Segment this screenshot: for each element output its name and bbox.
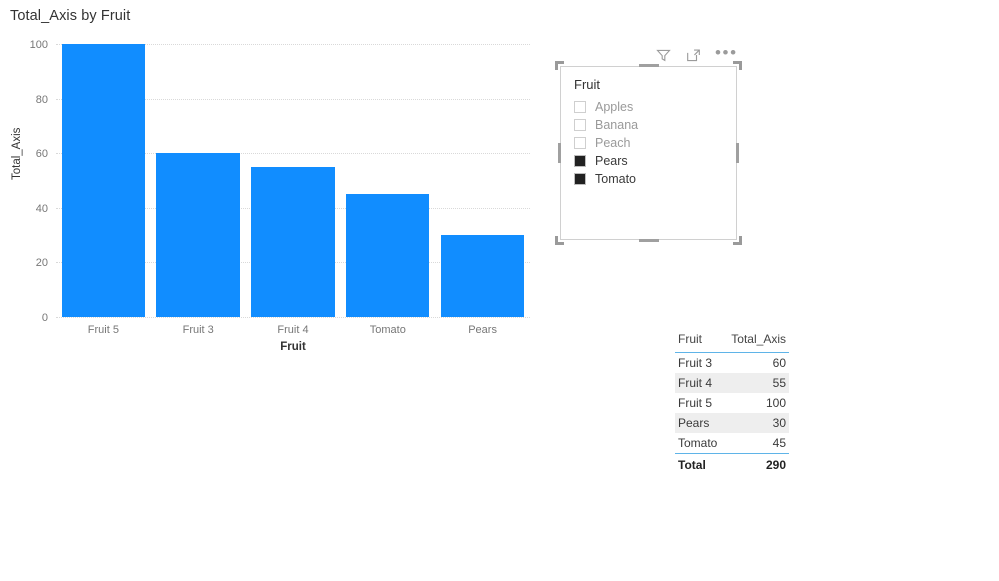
- x-axis-tick-label: Tomato: [369, 324, 406, 336]
- cell-total-axis[interactable]: 100: [724, 393, 789, 413]
- gridline: 0: [42, 312, 530, 324]
- resize-handle-bottom-right[interactable]: [733, 236, 742, 245]
- cell-total-axis[interactable]: 30: [723, 413, 789, 433]
- total-value: 290: [723, 453, 789, 475]
- slicer-item[interactable]: Banana: [574, 116, 729, 134]
- slicer-item-label: Pears: [595, 154, 628, 168]
- x-axis-title: Fruit: [280, 341, 306, 353]
- column-header-fruit[interactable]: Fruit: [675, 330, 724, 353]
- slicer-item-label: Banana: [595, 118, 639, 132]
- summary-table-visual[interactable]: Fruit Total_Axis Fruit 3 60 Fruit 4 55 Fruit…: [675, 330, 789, 475]
- slicer-header-icons: •••: [655, 44, 738, 64]
- resize-handle-left[interactable]: [558, 143, 561, 163]
- y-axis-tick-label: 0: [41, 312, 48, 324]
- total-label: Total: [675, 453, 724, 475]
- checkbox-unchecked-icon[interactable]: [574, 137, 586, 149]
- bar-group[interactable]: Pears: [435, 44, 530, 336]
- fruit-slicer-visual[interactable]: Fruit Apples Banana Peach Pears Tomato: [555, 61, 742, 245]
- x-axis-tick-label: Pears: [468, 324, 497, 336]
- y-axis-tick-label: 40: [35, 202, 48, 215]
- resize-handle-right[interactable]: [736, 143, 739, 163]
- table-row[interactable]: Pears 30: [675, 413, 789, 433]
- resize-handle-bottom-left[interactable]: [555, 236, 564, 245]
- column-header-total-axis[interactable]: Total_Axis: [723, 330, 789, 353]
- cell-fruit[interactable]: Fruit 3: [675, 353, 724, 374]
- y-axis-tick-label: 80: [35, 93, 48, 106]
- bar[interactable]: [251, 166, 335, 317]
- table-row[interactable]: Fruit 3 60: [675, 353, 789, 374]
- y-axis-tick-label: 60: [35, 148, 48, 161]
- resize-handle-top-left[interactable]: [555, 61, 564, 70]
- y-axis-title: Total_Axis: [11, 127, 23, 180]
- summary-table: Fruit Total_Axis Fruit 3 60 Fruit 4 55 Fruit…: [675, 330, 789, 475]
- slicer-header-label: Fruit: [574, 77, 600, 92]
- slicer-item[interactable]: Apples: [574, 98, 729, 116]
- slicer-item[interactable]: Peach: [574, 134, 729, 152]
- y-axis-tick-label: 100: [29, 39, 48, 51]
- table-row[interactable]: Fruit 5 100: [675, 393, 789, 413]
- bar-group[interactable]: Tomato: [340, 44, 435, 336]
- slicer-item-list: Apples Banana Peach Pears Tomato: [574, 98, 729, 188]
- checkbox-unchecked-icon[interactable]: [574, 119, 586, 131]
- bar-group[interactable]: Fruit 4: [246, 44, 341, 336]
- cell-fruit[interactable]: Fruit 4: [675, 373, 724, 393]
- cell-total-axis[interactable]: 60: [724, 353, 789, 374]
- slicer-item-label: Tomato: [595, 172, 636, 186]
- checkbox-checked-icon[interactable]: [574, 173, 586, 185]
- bar-group[interactable]: Fruit 3: [151, 44, 246, 336]
- resize-handle-bottom[interactable]: [639, 239, 659, 242]
- slicer-item[interactable]: Pears: [574, 152, 729, 170]
- bar[interactable]: [156, 153, 240, 317]
- checkbox-unchecked-icon[interactable]: [574, 101, 586, 113]
- bar-group[interactable]: Fruit 5: [56, 44, 151, 336]
- slicer-item-label: Peach: [595, 136, 631, 150]
- y-axis-tick-label: 20: [35, 257, 48, 270]
- cell-total-axis[interactable]: 55: [723, 373, 789, 393]
- focus-mode-icon[interactable]: [685, 47, 702, 64]
- slicer-item-label: Apples: [595, 100, 634, 114]
- cell-fruit[interactable]: Pears: [675, 413, 724, 433]
- cell-fruit[interactable]: Fruit 5: [675, 393, 724, 413]
- table-row[interactable]: Tomato 45: [675, 433, 789, 454]
- filter-icon[interactable]: [655, 47, 672, 64]
- bar[interactable]: [61, 44, 146, 317]
- slicer-item[interactable]: Tomato: [574, 170, 729, 188]
- bar[interactable]: [440, 235, 525, 317]
- checkbox-checked-icon[interactable]: [574, 155, 586, 167]
- x-axis-tick-label: Fruit 5: [87, 324, 119, 336]
- chart-title: Total_Axis by Fruit: [10, 8, 131, 24]
- table-total-row: Total 290: [675, 453, 789, 475]
- table-row[interactable]: Fruit 4 55: [675, 373, 789, 393]
- plot-area: 0 20 40 60 80 100 Fruit 5 Fruit 3 Fruit 4 Tomato…: [30, 39, 530, 336]
- table-body: Fruit 3 60 Fruit 4 55 Fruit 5 100 Pears 30 Tomat…: [675, 353, 789, 475]
- x-axis-tick-label: Fruit 4: [277, 324, 309, 336]
- bar-chart-visual[interactable]: Total_Axis by Fruit Total_Axis 0 20 40 60 80…: [0, 0, 545, 365]
- cell-fruit[interactable]: Tomato: [675, 433, 724, 454]
- bars-layer: Fruit 5 Fruit 3 Fruit 4 Tomato Pears: [56, 44, 530, 336]
- more-options-icon[interactable]: •••: [715, 44, 738, 63]
- table-header-row: Fruit Total_Axis: [675, 330, 789, 353]
- cell-total-axis[interactable]: 45: [724, 433, 789, 454]
- bar[interactable]: [346, 194, 430, 317]
- resize-handle-top[interactable]: [639, 64, 659, 67]
- x-axis-tick-label: Fruit 3: [182, 324, 214, 336]
